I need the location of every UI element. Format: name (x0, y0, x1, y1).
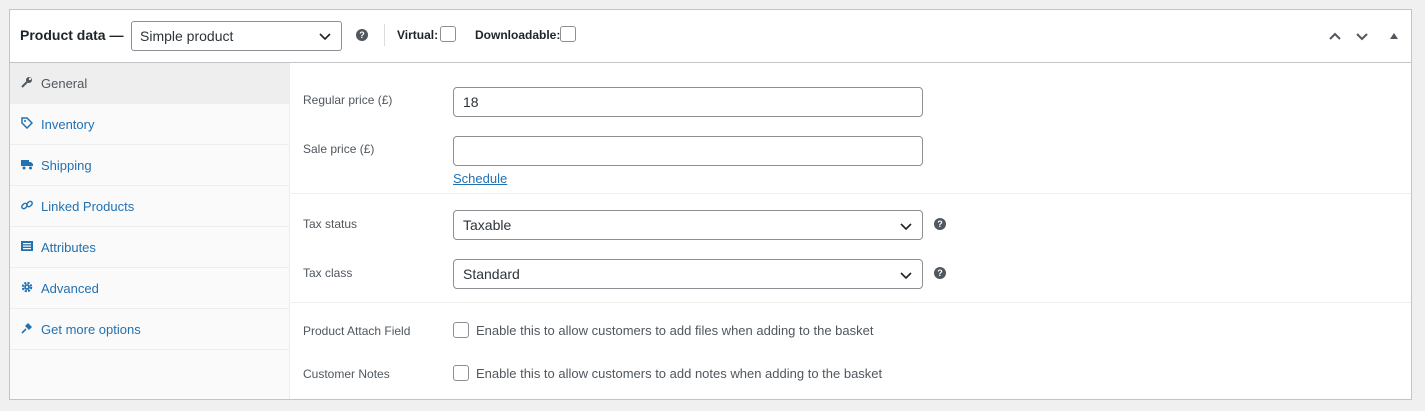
tab-inventory[interactable]: Inventory (10, 104, 289, 145)
tab-label: Shipping (41, 158, 92, 173)
product-data-panel: Product data — Simple product ? Virtual:… (9, 9, 1412, 400)
downloadable-checkbox[interactable] (560, 26, 576, 42)
tab-label: General (41, 76, 88, 91)
tax-status-label: Tax status (303, 217, 358, 231)
tab-advanced[interactable]: Advanced (10, 268, 289, 309)
tab-get-more-options[interactable]: Get more options (10, 309, 289, 350)
tab-label: Attributes (41, 240, 96, 255)
panel-title: Product data — (20, 27, 124, 43)
product-attach-checkbox[interactable] (453, 322, 469, 338)
tax-group: Tax status Taxable ? Tax class Standard … (291, 194, 1411, 303)
tab-label: Linked Products (41, 199, 135, 214)
schedule-link[interactable]: Schedule (453, 171, 507, 186)
help-icon[interactable]: ? (934, 218, 946, 230)
product-type-select[interactable]: Simple product (131, 21, 342, 51)
tab-label: Get more options (41, 322, 141, 337)
chevron-down-icon (900, 223, 912, 231)
tax-status-value: Taxable (463, 217, 512, 233)
tax-status-select[interactable]: Taxable (453, 210, 923, 240)
collapse-triangle-icon[interactable] (1387, 29, 1401, 43)
customer-notes-checkbox[interactable] (453, 365, 469, 381)
wrench-icon (21, 77, 32, 88)
product-type-value: Simple product (140, 28, 234, 44)
chevron-down-icon (900, 272, 912, 280)
tax-class-value: Standard (463, 266, 520, 282)
customer-notes-description: Enable this to allow customers to add no… (476, 366, 883, 381)
divider (384, 24, 385, 46)
panel-header: Product data — Simple product ? Virtual:… (10, 10, 1411, 63)
product-attach-label: Product Attach Field (303, 324, 411, 338)
customer-notes-label: Customer Notes (303, 367, 390, 381)
pricing-group: Regular price (£) 18 Sale price (£) Sche… (291, 63, 1411, 194)
chevron-up-icon[interactable] (1328, 29, 1342, 43)
product-attach-description: Enable this to allow customers to add fi… (476, 323, 874, 338)
virtual-label: Virtual: (397, 28, 439, 42)
tab-attributes[interactable]: Attributes (10, 227, 289, 268)
tax-class-select[interactable]: Standard (453, 259, 923, 289)
sale-price-input[interactable] (453, 136, 923, 166)
regular-price-input[interactable]: 18 (453, 87, 923, 117)
regular-price-label: Regular price (£) (303, 93, 393, 107)
downloadable-label: Downloadable: (475, 28, 561, 42)
tab-general[interactable]: General (10, 63, 289, 104)
tab-label: Inventory (41, 117, 95, 132)
tax-class-label: Tax class (303, 266, 353, 280)
general-panel: Regular price (£) 18 Sale price (£) Sche… (291, 63, 1411, 399)
tab-shipping[interactable]: Shipping (10, 145, 289, 186)
list-icon (21, 241, 33, 251)
help-icon[interactable]: ? (934, 267, 946, 279)
chevron-down-icon[interactable] (1355, 29, 1369, 43)
options-group: Product Attach Field Enable this to allo… (291, 303, 1411, 399)
gear-icon (21, 281, 33, 293)
virtual-checkbox[interactable] (440, 26, 456, 42)
sale-price-label: Sale price (£) (303, 142, 375, 156)
product-data-tabs: General Inventory Shipping Linked Produc… (10, 63, 290, 399)
truck-icon (21, 160, 33, 170)
link-icon (21, 200, 33, 210)
plugin-icon (21, 323, 32, 334)
tab-linked-products[interactable]: Linked Products (10, 186, 289, 227)
chevron-down-icon (319, 33, 331, 41)
tab-label: Advanced (41, 281, 99, 296)
help-icon[interactable]: ? (356, 29, 368, 41)
tag-icon (21, 117, 33, 129)
